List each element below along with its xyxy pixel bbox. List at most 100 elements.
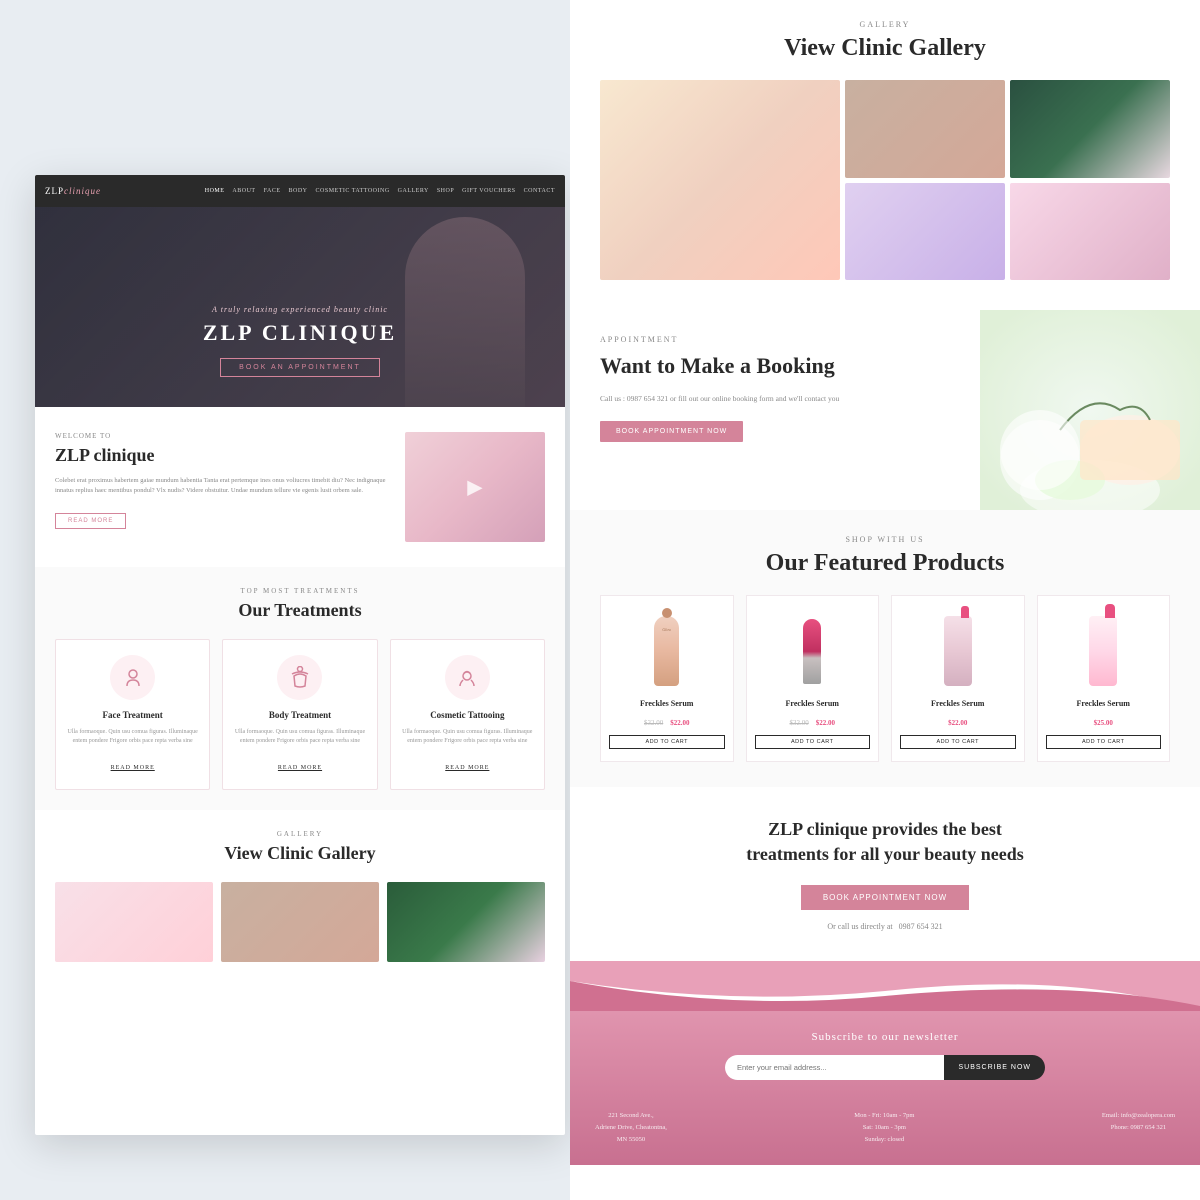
r-cta-btn[interactable]: BOOK APPOINTMENT NOW <box>801 885 969 910</box>
nav-shop[interactable]: SHOP <box>437 188 454 194</box>
product-1-price: $32.00 $22.00 <box>609 712 725 730</box>
face-name: Face Treatment <box>66 710 199 720</box>
nav-links: HOME ABOUT FACE BODY COSMETIC TATTOOING … <box>205 188 555 194</box>
r-gallery-top: GALLERY View Clinic Gallery <box>570 0 1200 300</box>
r-appt-title: Want to Make a Booking <box>600 352 950 381</box>
r-appt-image <box>980 310 1200 510</box>
r-products-title: Our Featured Products <box>600 550 1170 577</box>
product-3-cart-btn[interactable]: ADD TO CART <box>900 735 1016 749</box>
product-4-cart-btn[interactable]: ADD TO CART <box>1046 735 1162 749</box>
product-1-name: Freckles Serum <box>609 699 725 708</box>
wave-container <box>570 961 1200 1011</box>
r-cta-title: ZLP clinique provides the besttreatments… <box>600 817 1170 867</box>
treatment-body: Body Treatment Ulla formaoque. Quin usu … <box>222 639 377 790</box>
hero-title: ZLP CLINIQUE <box>203 320 397 346</box>
read-more-btn[interactable]: READ MORE <box>55 513 126 529</box>
r-gallery-3 <box>1010 80 1170 178</box>
r-products: SHOP WITH US Our Featured Products Glow … <box>570 510 1200 787</box>
gallery-left-3 <box>387 882 545 962</box>
hero-section: A truly relaxing experienced beauty clin… <box>35 207 565 407</box>
treatments-label: TOP MOST TREATMENTS <box>55 587 545 595</box>
product-4: Freckles Serum $25.00 ADD TO CART <box>1037 595 1171 762</box>
r-gallery-label: GALLERY <box>600 20 1170 29</box>
r-gallery-title: View Clinic Gallery <box>600 35 1170 62</box>
hero-subtitle: A truly relaxing experienced beauty clin… <box>212 305 388 314</box>
r-appt-content: APPOINTMENT Want to Make a Booking Call … <box>570 310 980 510</box>
cosmetic-link[interactable]: READ MORE <box>445 765 489 771</box>
product-1-old-price: $32.00 <box>644 719 663 727</box>
r-email-row: SUBSCRIBE NOW <box>725 1055 1045 1080</box>
r-cta-phone: Or call us directly at 0987 654 321 <box>600 922 1170 931</box>
gallery-label-left: GALLERY <box>55 830 545 838</box>
nav-cosmetic[interactable]: COSMETIC TATTOOING <box>316 188 390 194</box>
treatments-grid: Face Treatment Ulla formaoque. Quin usu … <box>55 639 545 790</box>
r-products-grid: Glow Freckles Serum $32.00 $22.00 ADD TO… <box>600 595 1170 762</box>
gallery-left-2 <box>221 882 379 962</box>
hero-figure <box>405 217 525 407</box>
welcome-label: WELCOME TO <box>55 432 390 440</box>
product-1-cart-btn[interactable]: ADD TO CART <box>609 735 725 749</box>
treatment-face: Face Treatment Ulla formaoque. Quin usu … <box>55 639 210 790</box>
r-gallery-2 <box>845 80 1005 178</box>
r-footer-address: 221 Second Ave., Adriene Drive, Cheatont… <box>595 1110 667 1145</box>
left-website-panel: ZLPclinique HOME ABOUT FACE BODY COSMETI… <box>35 175 565 1135</box>
product-4-image <box>1046 611 1162 691</box>
welcome-title: ZLP clinique <box>55 445 390 466</box>
r-subscribe-btn[interactable]: SUBSCRIBE NOW <box>944 1055 1045 1080</box>
r-gallery-4 <box>845 183 1005 281</box>
r-gallery-1 <box>600 80 840 280</box>
r-appt-desc: Call us : 0987 654 321 or fill out our o… <box>600 393 950 405</box>
r-appointment: APPOINTMENT Want to Make a Booking Call … <box>570 310 1200 510</box>
r-gallery-grid <box>600 80 1170 280</box>
gallery-title-left: View Clinic Gallery <box>55 843 545 864</box>
product-3-bottle <box>944 616 972 686</box>
nav-about[interactable]: ABOUT <box>232 188 255 194</box>
nav-gift[interactable]: GIFT VOUCHERS <box>462 188 515 194</box>
nav-gallery[interactable]: GALLERY <box>398 188 429 194</box>
r-footer-hours-text: Mon - Fri: 10am - 7pm Sat: 10am - 3pm Su… <box>854 1110 914 1145</box>
r-newsletter: Subscribe to our newsletter SUBSCRIBE NO… <box>570 1011 1200 1095</box>
nav-home[interactable]: HOME <box>205 188 225 194</box>
r-email-input[interactable] <box>725 1055 944 1080</box>
product-3-image <box>900 611 1016 691</box>
treatment-cosmetic: Cosmetic Tattooing Ulla formaoque. Quin … <box>390 639 545 790</box>
face-icon <box>110 655 155 700</box>
product-3-name: Freckles Serum <box>900 699 1016 708</box>
r-footer-address-text: 221 Second Ave., Adriene Drive, Cheatont… <box>595 1110 667 1145</box>
product-2-cart-btn[interactable]: ADD TO CART <box>755 735 871 749</box>
welcome-image <box>405 432 545 542</box>
nav-body[interactable]: BODY <box>289 188 308 194</box>
nav-contact[interactable]: CONTACT <box>524 188 555 194</box>
product-4-price: $25.00 <box>1094 719 1113 727</box>
nav-face[interactable]: FACE <box>264 188 281 194</box>
product-1-bottle: Glow <box>654 616 679 686</box>
hero-book-btn[interactable]: BOOK AN APPOINTMENT <box>220 358 380 377</box>
cosmetic-icon <box>445 655 490 700</box>
product-3: Freckles Serum $22.00 ADD TO CART <box>891 595 1025 762</box>
r-footer-info: 221 Second Ave., Adriene Drive, Cheatont… <box>570 1095 1200 1165</box>
welcome-body: Colebet erat proximus habertem gaiae mun… <box>55 476 390 497</box>
welcome-section: WELCOME TO ZLP clinique Colebet erat pro… <box>35 407 565 567</box>
gallery-left-1 <box>55 882 213 962</box>
r-footer-contact-text: Email: info@zealopera.com Phone: 0987 65… <box>1102 1110 1175 1133</box>
treatments-section: TOP MOST TREATMENTS Our Treatments Face … <box>35 567 565 810</box>
product-4-price: $25.00 <box>1046 712 1162 730</box>
r-footer-contact: Email: info@zealopera.com Phone: 0987 65… <box>1102 1110 1175 1145</box>
product-2-new-price: $22.00 <box>816 719 835 727</box>
r-cta-banner: ZLP clinique provides the besttreatments… <box>570 787 1200 961</box>
cosmetic-name: Cosmetic Tattooing <box>401 710 534 720</box>
face-link[interactable]: READ MORE <box>111 765 155 771</box>
product-1-image: Glow <box>609 611 725 691</box>
welcome-text: WELCOME TO ZLP clinique Colebet erat pro… <box>55 432 390 529</box>
r-appt-label: APPOINTMENT <box>600 335 950 344</box>
cosmetic-desc: Ulla formaoque. Quin usu comua figuras. … <box>401 728 534 746</box>
body-link[interactable]: READ MORE <box>278 765 322 771</box>
nav-bar: ZLPclinique HOME ABOUT FACE BODY COSMETI… <box>35 175 565 207</box>
gallery-grid-left <box>55 882 545 962</box>
r-footer: Subscribe to our newsletter SUBSCRIBE NO… <box>570 961 1200 1165</box>
product-1: Glow Freckles Serum $32.00 $22.00 ADD TO… <box>600 595 734 762</box>
r-appt-btn[interactable]: BOOK APPOINTMENT NOW <box>600 421 743 442</box>
product-4-bottle <box>1089 616 1117 686</box>
r-newsletter-title: Subscribe to our newsletter <box>600 1031 1170 1043</box>
product-3-price: $22.00 <box>900 712 1016 730</box>
